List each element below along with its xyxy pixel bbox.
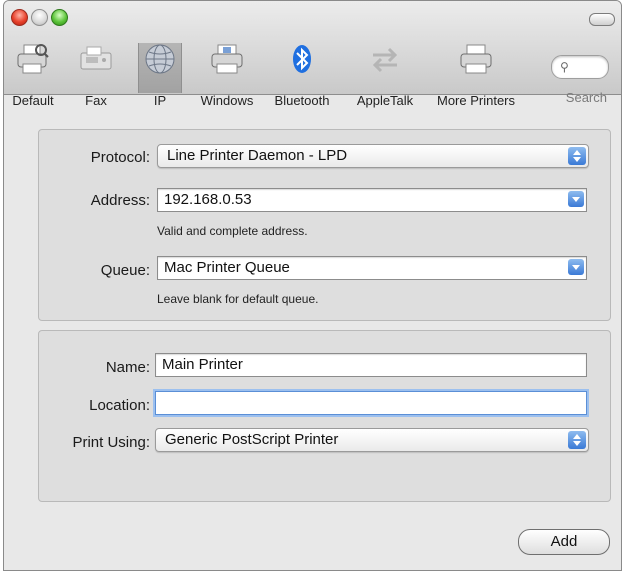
address-combo[interactable]: 192.168.0.53 bbox=[157, 188, 587, 212]
more-printers-icon bbox=[460, 44, 492, 74]
fax-icon bbox=[80, 46, 112, 70]
appletalk-icon bbox=[372, 47, 398, 73]
add-button[interactable]: Add bbox=[518, 529, 610, 555]
add-printer-window: Default Fax IP Windows Bluetooth AppleTa… bbox=[3, 0, 622, 571]
address-hint: Valid and complete address. bbox=[157, 224, 308, 238]
queue-label: Queue: bbox=[100, 262, 150, 279]
name-field[interactable]: Main Printer bbox=[155, 353, 587, 377]
connection-group: Protocol: Line Printer Daemon - LPD Addr… bbox=[38, 129, 611, 321]
chevron-down-icon[interactable] bbox=[568, 191, 584, 207]
location-label: Location: bbox=[89, 397, 150, 414]
windows-printer-icon bbox=[211, 44, 243, 74]
queue-value: Mac Printer Queue bbox=[164, 259, 290, 276]
minimize-window-button[interactable] bbox=[31, 9, 48, 26]
close-window-button[interactable] bbox=[11, 9, 28, 26]
toolbar: Default Fax IP Windows Bluetooth AppleTa… bbox=[4, 1, 621, 108]
queue-hint: Leave blank for default queue. bbox=[157, 292, 319, 306]
toolbar-windows[interactable]: Windows bbox=[194, 43, 260, 108]
toolbar-label-bluetooth: Bluetooth bbox=[274, 93, 330, 108]
toolbar-fax[interactable]: Fax bbox=[74, 43, 118, 108]
address-label: Address: bbox=[90, 192, 150, 209]
address-value: 192.168.0.53 bbox=[164, 191, 252, 208]
location-field[interactable] bbox=[155, 391, 587, 415]
toolbar-label-appletalk: AppleTalk bbox=[356, 93, 414, 108]
toolbar-more-printers[interactable]: More Printers bbox=[428, 43, 524, 108]
name-value: Main Printer bbox=[162, 356, 243, 373]
toolbar-label-default: Default bbox=[12, 93, 54, 108]
print-using-label: Print Using: bbox=[72, 434, 150, 451]
protocol-popup[interactable]: Line Printer Daemon - LPD bbox=[157, 144, 589, 168]
toolbar-label-fax: Fax bbox=[85, 93, 107, 108]
protocol-label: Protocol: bbox=[90, 149, 150, 166]
chevron-down-icon[interactable] bbox=[568, 259, 584, 275]
toolbar-default[interactable]: Default bbox=[8, 43, 58, 108]
popup-stepper-icon bbox=[568, 431, 586, 449]
popup-stepper-icon bbox=[568, 147, 586, 165]
default-printer-icon bbox=[17, 44, 49, 74]
toolbar-label-windows: Windows bbox=[200, 93, 254, 108]
toolbar-bluetooth[interactable]: Bluetooth bbox=[266, 43, 338, 108]
toolbar-toggle-button[interactable] bbox=[589, 13, 615, 26]
bluetooth-icon bbox=[293, 45, 311, 73]
zoom-window-button[interactable] bbox=[51, 9, 68, 26]
details-group: Name: Main Printer Location: Print Using… bbox=[38, 330, 611, 502]
toolbar-appletalk[interactable]: AppleTalk bbox=[344, 43, 426, 108]
name-label: Name: bbox=[105, 359, 150, 376]
ip-globe-icon bbox=[145, 44, 175, 74]
queue-combo[interactable]: Mac Printer Queue bbox=[157, 256, 587, 280]
search-field[interactable]: ⚲ bbox=[551, 55, 609, 79]
toolbar-ip[interactable]: IP bbox=[138, 43, 182, 108]
print-using-popup[interactable]: Generic PostScript Printer bbox=[155, 428, 589, 452]
search-label: Search bbox=[565, 90, 607, 105]
protocol-value: Line Printer Daemon - LPD bbox=[167, 147, 348, 164]
toolbar-label-more-printers: More Printers bbox=[436, 93, 516, 108]
print-using-value: Generic PostScript Printer bbox=[165, 431, 339, 448]
search-icon: ⚲ bbox=[560, 60, 569, 74]
toolbar-label-ip: IP bbox=[153, 93, 167, 108]
